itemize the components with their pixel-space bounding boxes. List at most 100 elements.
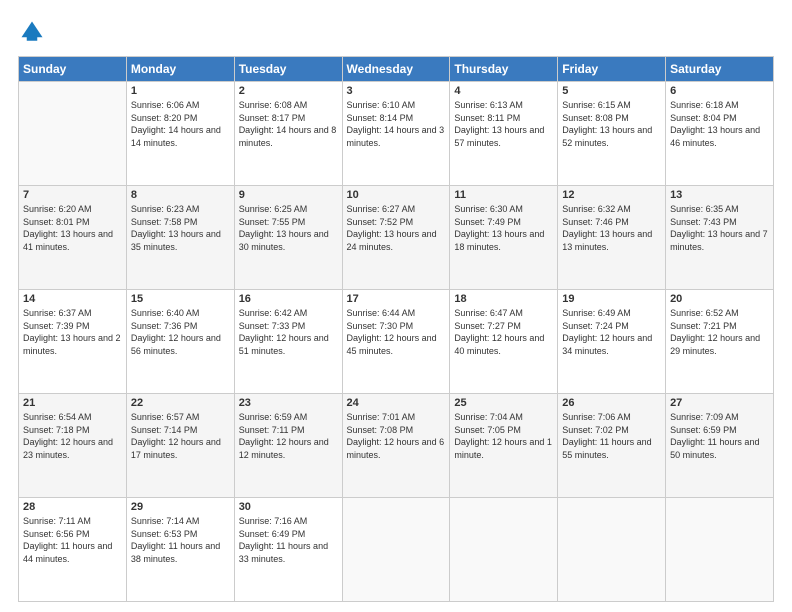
day-info: Sunrise: 6:44 AMSunset: 7:30 PMDaylight:… [347, 307, 446, 357]
day-number: 21 [23, 397, 122, 409]
day-number: 20 [670, 293, 769, 305]
day-info: Sunrise: 6:49 AMSunset: 7:24 PMDaylight:… [562, 307, 661, 357]
day-info: Sunrise: 6:42 AMSunset: 7:33 PMDaylight:… [239, 307, 338, 357]
day-info: Sunrise: 7:06 AMSunset: 7:02 PMDaylight:… [562, 411, 661, 461]
day-info: Sunrise: 6:23 AMSunset: 7:58 PMDaylight:… [131, 203, 230, 253]
calendar-day-cell: 1 Sunrise: 6:06 AMSunset: 8:20 PMDaylight… [126, 82, 234, 186]
day-info: Sunrise: 6:35 AMSunset: 7:43 PMDaylight:… [670, 203, 769, 253]
day-info: Sunrise: 6:37 AMSunset: 7:39 PMDaylight:… [23, 307, 122, 357]
calendar-week-row: 21 Sunrise: 6:54 AMSunset: 7:18 PMDayligh… [19, 394, 774, 498]
day-info: Sunrise: 6:25 AMSunset: 7:55 PMDaylight:… [239, 203, 338, 253]
day-number: 19 [562, 293, 661, 305]
calendar-day-cell: 11 Sunrise: 6:30 AMSunset: 7:49 PMDayligh… [450, 186, 558, 290]
day-info: Sunrise: 7:14 AMSunset: 6:53 PMDaylight:… [131, 515, 230, 565]
calendar-day-cell: 26 Sunrise: 7:06 AMSunset: 7:02 PMDayligh… [558, 394, 666, 498]
calendar-week-row: 28 Sunrise: 7:11 AMSunset: 6:56 PMDayligh… [19, 498, 774, 602]
calendar-day-cell: 16Sunrise: 6:42 AMSunset: 7:33 PMDayligh… [234, 290, 342, 394]
calendar-day-header: Tuesday [234, 57, 342, 82]
calendar-day-cell: 18Sunrise: 6:47 AMSunset: 7:27 PMDayligh… [450, 290, 558, 394]
day-number: 12 [562, 189, 661, 201]
calendar-day-cell: 29 Sunrise: 7:14 AMSunset: 6:53 PMDayligh… [126, 498, 234, 602]
calendar-day-cell [666, 498, 774, 602]
day-info: Sunrise: 6:18 AMSunset: 8:04 PMDaylight:… [670, 99, 769, 149]
calendar-day-cell [450, 498, 558, 602]
day-number: 22 [131, 397, 230, 409]
day-number: 29 [131, 501, 230, 513]
calendar-day-header: Thursday [450, 57, 558, 82]
day-info: Sunrise: 6:10 AMSunset: 8:14 PMDaylight:… [347, 99, 446, 149]
day-number: 23 [239, 397, 338, 409]
calendar-day-cell: 5 Sunrise: 6:15 AMSunset: 8:08 PMDaylight… [558, 82, 666, 186]
day-number: 17 [347, 293, 446, 305]
day-info: Sunrise: 6:32 AMSunset: 7:46 PMDaylight:… [562, 203, 661, 253]
calendar-day-cell: 23 Sunrise: 6:59 AMSunset: 7:11 PMDayligh… [234, 394, 342, 498]
calendar-day-cell: 17 Sunrise: 6:44 AMSunset: 7:30 PMDayligh… [342, 290, 450, 394]
day-info: Sunrise: 7:11 AMSunset: 6:56 PMDaylight:… [23, 515, 122, 565]
calendar-day-cell: 28 Sunrise: 7:11 AMSunset: 6:56 PMDayligh… [19, 498, 127, 602]
calendar-day-cell: 30 Sunrise: 7:16 AMSunset: 6:49 PMDayligh… [234, 498, 342, 602]
calendar-day-cell: 27Sunrise: 7:09 AMSunset: 6:59 PMDayligh… [666, 394, 774, 498]
day-info: Sunrise: 6:30 AMSunset: 7:49 PMDaylight:… [454, 203, 553, 253]
day-number: 5 [562, 85, 661, 97]
day-info: Sunrise: 6:54 AMSunset: 7:18 PMDaylight:… [23, 411, 122, 461]
calendar-day-cell: 13 Sunrise: 6:35 AMSunset: 7:43 PMDayligh… [666, 186, 774, 290]
day-number: 26 [562, 397, 661, 409]
day-info: Sunrise: 7:16 AMSunset: 6:49 PMDaylight:… [239, 515, 338, 565]
calendar-day-cell: 25 Sunrise: 7:04 AMSunset: 7:05 PMDayligh… [450, 394, 558, 498]
calendar-day-header: Friday [558, 57, 666, 82]
logo-icon [18, 18, 46, 46]
calendar-header-row: SundayMondayTuesdayWednesdayThursdayFrid… [19, 57, 774, 82]
calendar-day-cell: 2 Sunrise: 6:08 AMSunset: 8:17 PMDaylight… [234, 82, 342, 186]
calendar-week-row: 14 Sunrise: 6:37 AMSunset: 7:39 PMDayligh… [19, 290, 774, 394]
calendar-week-row: 7 Sunrise: 6:20 AMSunset: 8:01 PMDaylight… [19, 186, 774, 290]
day-info: Sunrise: 6:15 AMSunset: 8:08 PMDaylight:… [562, 99, 661, 149]
calendar-day-cell: 20 Sunrise: 6:52 AMSunset: 7:21 PMDayligh… [666, 290, 774, 394]
day-info: Sunrise: 6:40 AMSunset: 7:36 PMDaylight:… [131, 307, 230, 357]
day-info: Sunrise: 7:04 AMSunset: 7:05 PMDaylight:… [454, 411, 553, 461]
day-number: 13 [670, 189, 769, 201]
calendar-day-cell: 3 Sunrise: 6:10 AMSunset: 8:14 PMDaylight… [342, 82, 450, 186]
day-number: 6 [670, 85, 769, 97]
day-number: 1 [131, 85, 230, 97]
calendar-day-cell: 24 Sunrise: 7:01 AMSunset: 7:08 PMDayligh… [342, 394, 450, 498]
day-number: 14 [23, 293, 122, 305]
calendar-day-cell: 4Sunrise: 6:13 AMSunset: 8:11 PMDaylight… [450, 82, 558, 186]
day-number: 10 [347, 189, 446, 201]
day-number: 24 [347, 397, 446, 409]
calendar-day-cell: 12 Sunrise: 6:32 AMSunset: 7:46 PMDayligh… [558, 186, 666, 290]
header [18, 18, 774, 46]
day-number: 15 [131, 293, 230, 305]
calendar-day-cell: 9 Sunrise: 6:25 AMSunset: 7:55 PMDaylight… [234, 186, 342, 290]
day-number: 7 [23, 189, 122, 201]
day-info: Sunrise: 6:27 AMSunset: 7:52 PMDaylight:… [347, 203, 446, 253]
day-number: 30 [239, 501, 338, 513]
day-info: Sunrise: 6:59 AMSunset: 7:11 PMDaylight:… [239, 411, 338, 461]
day-info: Sunrise: 6:52 AMSunset: 7:21 PMDaylight:… [670, 307, 769, 357]
day-number: 2 [239, 85, 338, 97]
day-number: 28 [23, 501, 122, 513]
day-info: Sunrise: 7:01 AMSunset: 7:08 PMDaylight:… [347, 411, 446, 461]
calendar-day-cell: 8Sunrise: 6:23 AMSunset: 7:58 PMDaylight… [126, 186, 234, 290]
logo [18, 18, 50, 46]
day-number: 25 [454, 397, 553, 409]
calendar-day-cell: 14 Sunrise: 6:37 AMSunset: 7:39 PMDayligh… [19, 290, 127, 394]
day-info: Sunrise: 6:06 AMSunset: 8:20 PMDaylight:… [131, 99, 230, 149]
day-number: 9 [239, 189, 338, 201]
day-info: Sunrise: 6:08 AMSunset: 8:17 PMDaylight:… [239, 99, 338, 149]
calendar-day-cell: 6 Sunrise: 6:18 AMSunset: 8:04 PMDaylight… [666, 82, 774, 186]
calendar-day-header: Sunday [19, 57, 127, 82]
day-info: Sunrise: 6:13 AMSunset: 8:11 PMDaylight:… [454, 99, 553, 149]
calendar-day-header: Wednesday [342, 57, 450, 82]
day-info: Sunrise: 6:20 AMSunset: 8:01 PMDaylight:… [23, 203, 122, 253]
calendar-week-row: 1 Sunrise: 6:06 AMSunset: 8:20 PMDaylight… [19, 82, 774, 186]
day-number: 3 [347, 85, 446, 97]
calendar-day-cell: 15 Sunrise: 6:40 AMSunset: 7:36 PMDayligh… [126, 290, 234, 394]
calendar-day-cell: 22Sunrise: 6:57 AMSunset: 7:14 PMDayligh… [126, 394, 234, 498]
day-number: 27 [670, 397, 769, 409]
calendar-day-header: Monday [126, 57, 234, 82]
day-number: 11 [454, 189, 553, 201]
calendar-day-cell: 7 Sunrise: 6:20 AMSunset: 8:01 PMDaylight… [19, 186, 127, 290]
calendar-day-cell: 21 Sunrise: 6:54 AMSunset: 7:18 PMDayligh… [19, 394, 127, 498]
calendar-day-cell [558, 498, 666, 602]
calendar-day-cell [342, 498, 450, 602]
